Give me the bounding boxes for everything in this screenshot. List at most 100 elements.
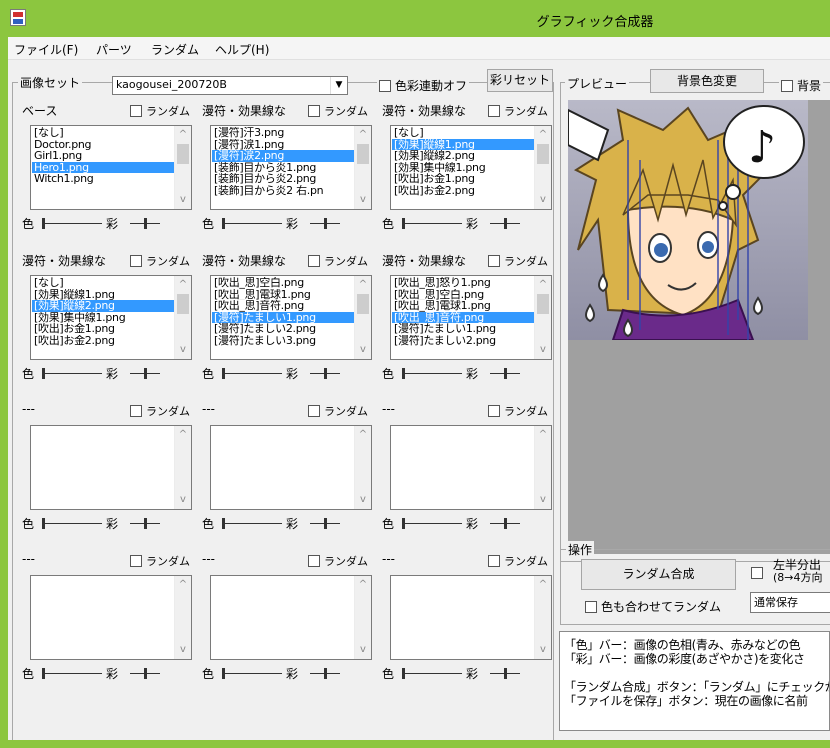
save-mode-combo[interactable]: 通常保存 (750, 592, 830, 613)
list-item[interactable]: Doctor.png (32, 139, 174, 151)
scroll-thumb[interactable] (357, 144, 369, 164)
color-slider[interactable] (42, 668, 102, 680)
scrollbar[interactable]: ^ v (174, 126, 191, 209)
list-item[interactable]: [漫符]涙2.png (212, 150, 354, 162)
part-random-checkbox[interactable]: ランダム (130, 103, 190, 119)
color-slider[interactable] (402, 668, 462, 680)
list-item[interactable]: [吹出]お金1.png (32, 323, 174, 335)
scroll-up-icon[interactable]: ^ (535, 577, 551, 593)
scrollbar[interactable]: ^ v (534, 576, 551, 659)
part-listbox[interactable]: [なし] Doctor.png Girl1.png Hero1.png Witch1.p… (30, 125, 192, 210)
part-random-checkbox[interactable]: ランダム (488, 553, 548, 569)
saturation-slider[interactable] (310, 368, 340, 380)
scroll-up-icon[interactable]: ^ (175, 427, 191, 443)
list-item[interactable]: [吹出_思]空白.png (212, 277, 354, 289)
scroll-up-icon[interactable]: ^ (355, 577, 371, 593)
list-item[interactable]: [効果]集中線1.png (32, 312, 174, 324)
scrollbar[interactable]: ^ v (534, 276, 551, 359)
list-item[interactable]: Hero1.png (32, 161, 174, 174)
list-item[interactable]: [効果]縦線1.png (392, 138, 534, 151)
bg-color-change-button[interactable]: 背景色変更 (650, 69, 764, 93)
list-item[interactable]: [漫符]たましい1.png (212, 311, 354, 324)
color-random-checkbox[interactable]: 色も合わせてランダム (585, 598, 721, 615)
saturation-slider[interactable] (490, 218, 520, 230)
scroll-down-icon[interactable]: v (535, 342, 551, 358)
part-listbox[interactable]: [漫符]汗3.png [漫符]涙1.png [漫符]涙2.png [装飾]目から炎1.… (210, 125, 372, 210)
menu-random[interactable]: ランダム (151, 41, 199, 58)
part-listbox[interactable]: ^ v (30, 425, 192, 510)
list-item[interactable]: [効果]縦線2.png (392, 150, 534, 162)
color-slider[interactable] (42, 368, 102, 380)
scroll-up-icon[interactable]: ^ (355, 127, 371, 143)
split-checkbox[interactable] (751, 566, 767, 580)
scroll-down-icon[interactable]: v (175, 642, 191, 658)
scroll-down-icon[interactable]: v (535, 192, 551, 208)
scrollbar[interactable]: ^ v (534, 426, 551, 509)
list-item[interactable]: [漫符]たましい1.png (392, 323, 534, 335)
saturation-slider[interactable] (130, 518, 160, 530)
color-slider[interactable] (222, 668, 282, 680)
color-link-checkbox[interactable]: 色彩連動オフ (377, 77, 470, 94)
color-slider[interactable] (222, 368, 282, 380)
random-compose-button[interactable]: ランダム合成 (581, 559, 736, 590)
part-random-checkbox[interactable]: ランダム (308, 253, 368, 269)
scroll-down-icon[interactable]: v (535, 492, 551, 508)
list-item[interactable]: [装飾]目から炎2.png (212, 173, 354, 185)
scroll-thumb[interactable] (177, 144, 189, 164)
scroll-down-icon[interactable]: v (175, 342, 191, 358)
saturation-slider[interactable] (310, 518, 340, 530)
list-item[interactable]: [漫符]涙1.png (212, 139, 354, 151)
list-item[interactable]: [吹出_思]音符.png (212, 300, 354, 312)
scroll-down-icon[interactable]: v (355, 642, 371, 658)
list-item[interactable]: [吹出_思]音符.png (392, 311, 534, 324)
part-listbox[interactable]: [吹出_思]空白.png [吹出_思]電球1.png [吹出_思]音符.png [漫符… (210, 275, 372, 360)
part-random-checkbox[interactable]: ランダム (308, 553, 368, 569)
scroll-up-icon[interactable]: ^ (175, 577, 191, 593)
part-listbox[interactable]: ^ v (390, 575, 552, 660)
saturation-slider[interactable] (310, 218, 340, 230)
scrollbar[interactable]: ^ v (534, 126, 551, 209)
scroll-up-icon[interactable]: ^ (355, 427, 371, 443)
list-item[interactable]: [吹出]お金2.png (392, 185, 534, 197)
saturation-slider[interactable] (490, 518, 520, 530)
list-item[interactable]: [吹出]お金1.png (392, 173, 534, 185)
saturation-slider[interactable] (490, 368, 520, 380)
scroll-down-icon[interactable]: v (175, 492, 191, 508)
scroll-down-icon[interactable]: v (355, 192, 371, 208)
part-random-checkbox[interactable]: ランダム (488, 103, 548, 119)
scroll-down-icon[interactable]: v (535, 642, 551, 658)
part-random-checkbox[interactable]: ランダム (308, 103, 368, 119)
scroll-down-icon[interactable]: v (355, 342, 371, 358)
scroll-down-icon[interactable]: v (355, 492, 371, 508)
scroll-down-icon[interactable]: v (175, 192, 191, 208)
saturation-slider[interactable] (130, 368, 160, 380)
scroll-thumb[interactable] (177, 294, 189, 314)
list-item[interactable]: [なし] (392, 127, 534, 139)
color-slider[interactable] (402, 518, 462, 530)
list-item[interactable]: [吹出_思]電球1.png (212, 289, 354, 301)
list-item[interactable]: Witch1.png (32, 173, 174, 185)
bg-checkbox[interactable]: 背景 (779, 77, 824, 94)
list-item[interactable]: Girl1.png (32, 150, 174, 162)
color-slider[interactable] (42, 518, 102, 530)
list-item[interactable]: [効果]縦線1.png (32, 289, 174, 301)
list-item[interactable]: [なし] (32, 277, 174, 289)
color-slider[interactable] (222, 518, 282, 530)
saturation-slider[interactable] (310, 668, 340, 680)
saturation-reset-button[interactable]: 彩リセット (487, 69, 553, 92)
scrollbar[interactable]: ^ v (174, 576, 191, 659)
list-item[interactable]: [漫符]たましい2.png (212, 323, 354, 335)
list-item[interactable]: [なし] (32, 127, 174, 139)
saturation-slider[interactable] (130, 218, 160, 230)
part-listbox[interactable]: [吹出_思]怒り1.png [吹出_思]空白.png [吹出_思]電球1.png [吹… (390, 275, 552, 360)
list-item[interactable]: [効果]縦線2.png (32, 300, 174, 312)
part-listbox[interactable]: ^ v (390, 425, 552, 510)
list-item[interactable]: [吹出_思]怒り1.png (392, 277, 534, 289)
menu-parts[interactable]: パーツ (96, 41, 132, 58)
scrollbar[interactable]: ^ v (354, 426, 371, 509)
menu-help[interactable]: ヘルプ(H) (215, 41, 269, 58)
list-item[interactable]: [装飾]目から炎1.png (212, 162, 354, 174)
part-random-checkbox[interactable]: ランダム (130, 553, 190, 569)
part-random-checkbox[interactable]: ランダム (130, 253, 190, 269)
scrollbar[interactable]: ^ v (174, 426, 191, 509)
